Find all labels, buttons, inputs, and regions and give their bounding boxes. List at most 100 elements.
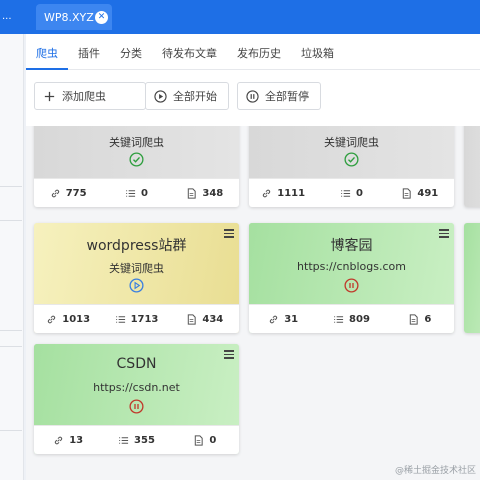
pause-all-button[interactable]: 全部暂停 <box>237 82 321 110</box>
stat-list-value: 809 <box>349 313 370 325</box>
stat-links: 31 <box>249 314 317 325</box>
left-sidebar <box>0 34 24 480</box>
card-subtitle: https://csdn.net <box>93 381 180 394</box>
list-icon <box>334 315 344 323</box>
browser-tab-active[interactable]: WP8.XYZ ✕ <box>36 4 112 30</box>
crawler-card[interactable]: CSDN https://csdn.net 13 355 0 <box>34 344 239 454</box>
pause-all-label: 全部暂停 <box>265 90 309 103</box>
plus-icon <box>44 91 55 101</box>
crawler-card[interactable]: 博客园 https://cnblogs.com 31 809 6 <box>249 223 454 333</box>
card-subtitle: 关键词爬虫 <box>109 136 164 149</box>
stat-docs-value: 491 <box>417 187 439 199</box>
link-icon <box>51 189 59 197</box>
card-title: CSDN <box>116 356 157 372</box>
play-circle-icon <box>129 278 144 293</box>
crawler-card[interactable]: wordpress站群 关键词爬虫 1013 1713 434 <box>34 223 239 333</box>
link-icon <box>270 315 278 323</box>
crawler-card[interactable]: 关键词爬虫 1111 0 491 <box>249 126 454 207</box>
card-header: 博客园 https://cnblogs.com <box>249 223 454 304</box>
card-status[interactable] <box>344 152 359 167</box>
browser-tab-previous[interactable]: ... <box>0 0 28 34</box>
pause-circle-icon <box>246 89 259 103</box>
close-tab-icon[interactable]: ✕ <box>95 10 108 24</box>
sidebar-divider <box>0 346 22 347</box>
card-header: CSDN https://csdn.net <box>34 344 239 425</box>
tab-plugins[interactable]: 插件 <box>68 34 110 70</box>
stat-links: 1013 <box>34 314 102 325</box>
stat-list: 0 <box>102 188 170 199</box>
stat-list: 0 <box>317 188 385 199</box>
tab-trash[interactable]: 垃圾箱 <box>291 34 344 70</box>
card-stats: 31 809 6 <box>249 304 454 333</box>
stat-docs: 434 <box>171 314 239 325</box>
stat-docs: 491 <box>386 188 454 199</box>
document-icon <box>188 313 197 325</box>
stat-docs-value: 6 <box>424 313 432 325</box>
stat-links-value: 775 <box>65 187 87 199</box>
card-menu-icon[interactable] <box>439 229 449 238</box>
crawler-card-partial[interactable] <box>464 126 480 207</box>
tab-categories[interactable]: 分类 <box>110 34 152 70</box>
check-circle-icon <box>344 152 359 167</box>
list-icon <box>341 189 351 197</box>
stat-list-value: 355 <box>134 434 155 446</box>
document-icon <box>403 187 412 199</box>
watermark: @稀土掘金技术社区 <box>394 466 476 476</box>
stat-links-value: 1111 <box>277 187 306 199</box>
stat-links-value: 31 <box>284 313 299 325</box>
play-circle-icon <box>154 89 167 103</box>
list-icon <box>115 315 125 323</box>
stat-docs: 6 <box>386 314 454 325</box>
crawler-card[interactable]: 关键词爬虫 775 0 348 <box>34 126 239 207</box>
tab-publish-history[interactable]: 发布历史 <box>227 34 291 70</box>
pause-circle-icon <box>129 399 144 414</box>
stat-list: 355 <box>102 435 170 446</box>
crawler-grid[interactable]: 关键词爬虫 775 0 348 关键词爬虫 1111 0 491 wordpress站群 关键词爬… <box>26 126 480 480</box>
stat-docs: 0 <box>171 435 239 446</box>
link-icon <box>55 436 63 444</box>
start-all-label: 全部开始 <box>173 90 217 103</box>
card-stats: 1013 1713 434 <box>34 304 239 333</box>
card-status[interactable] <box>129 152 144 167</box>
add-crawler-label: 添加爬虫 <box>62 90 106 103</box>
sidebar-divider <box>0 330 22 331</box>
check-circle-icon <box>129 152 144 167</box>
stat-links-value: 13 <box>69 434 84 446</box>
card-status[interactable] <box>129 399 144 414</box>
card-stats: 1111 0 491 <box>249 178 454 207</box>
sidebar-divider <box>0 220 22 221</box>
document-icon <box>188 187 197 199</box>
card-stats: 775 0 348 <box>34 178 239 207</box>
stat-list-value: 1713 <box>130 313 159 325</box>
link-icon <box>263 189 271 197</box>
list-icon <box>119 436 129 444</box>
stat-list-value: 0 <box>356 187 363 199</box>
tab-crawler[interactable]: 爬虫 <box>26 34 68 70</box>
card-status[interactable] <box>129 278 144 293</box>
main-panel: 爬虫 插件 分类 待发布文章 发布历史 垃圾箱 添加爬虫 全部开始 全部暂停 关… <box>26 34 480 480</box>
sidebar-divider <box>0 430 22 431</box>
card-subtitle: 关键词爬虫 <box>109 262 164 275</box>
card-status[interactable] <box>344 278 359 293</box>
crawler-card-partial[interactable] <box>464 223 480 333</box>
stat-docs-value: 434 <box>202 313 224 325</box>
start-all-button[interactable]: 全部开始 <box>145 82 229 110</box>
stat-links: 1111 <box>249 188 317 199</box>
stat-list: 809 <box>317 314 385 325</box>
stat-list: 1713 <box>102 314 170 325</box>
card-menu-icon[interactable] <box>224 229 234 238</box>
card-title: 博客园 <box>330 238 373 254</box>
tab-pending-articles[interactable]: 待发布文章 <box>152 34 227 70</box>
stat-links: 13 <box>34 435 102 446</box>
list-icon <box>126 189 136 197</box>
stat-docs-value: 348 <box>202 187 224 199</box>
document-icon <box>410 313 418 325</box>
add-crawler-button[interactable]: 添加爬虫 <box>34 82 146 110</box>
card-subtitle: https://cnblogs.com <box>297 260 406 273</box>
card-header: 关键词爬虫 <box>34 126 239 178</box>
card-subtitle: 关键词爬虫 <box>324 136 379 149</box>
document-icon <box>195 434 203 446</box>
card-header: 关键词爬虫 <box>249 126 454 178</box>
toolbar: 添加爬虫 全部开始 全部暂停 <box>26 70 480 114</box>
card-menu-icon[interactable] <box>224 350 234 359</box>
